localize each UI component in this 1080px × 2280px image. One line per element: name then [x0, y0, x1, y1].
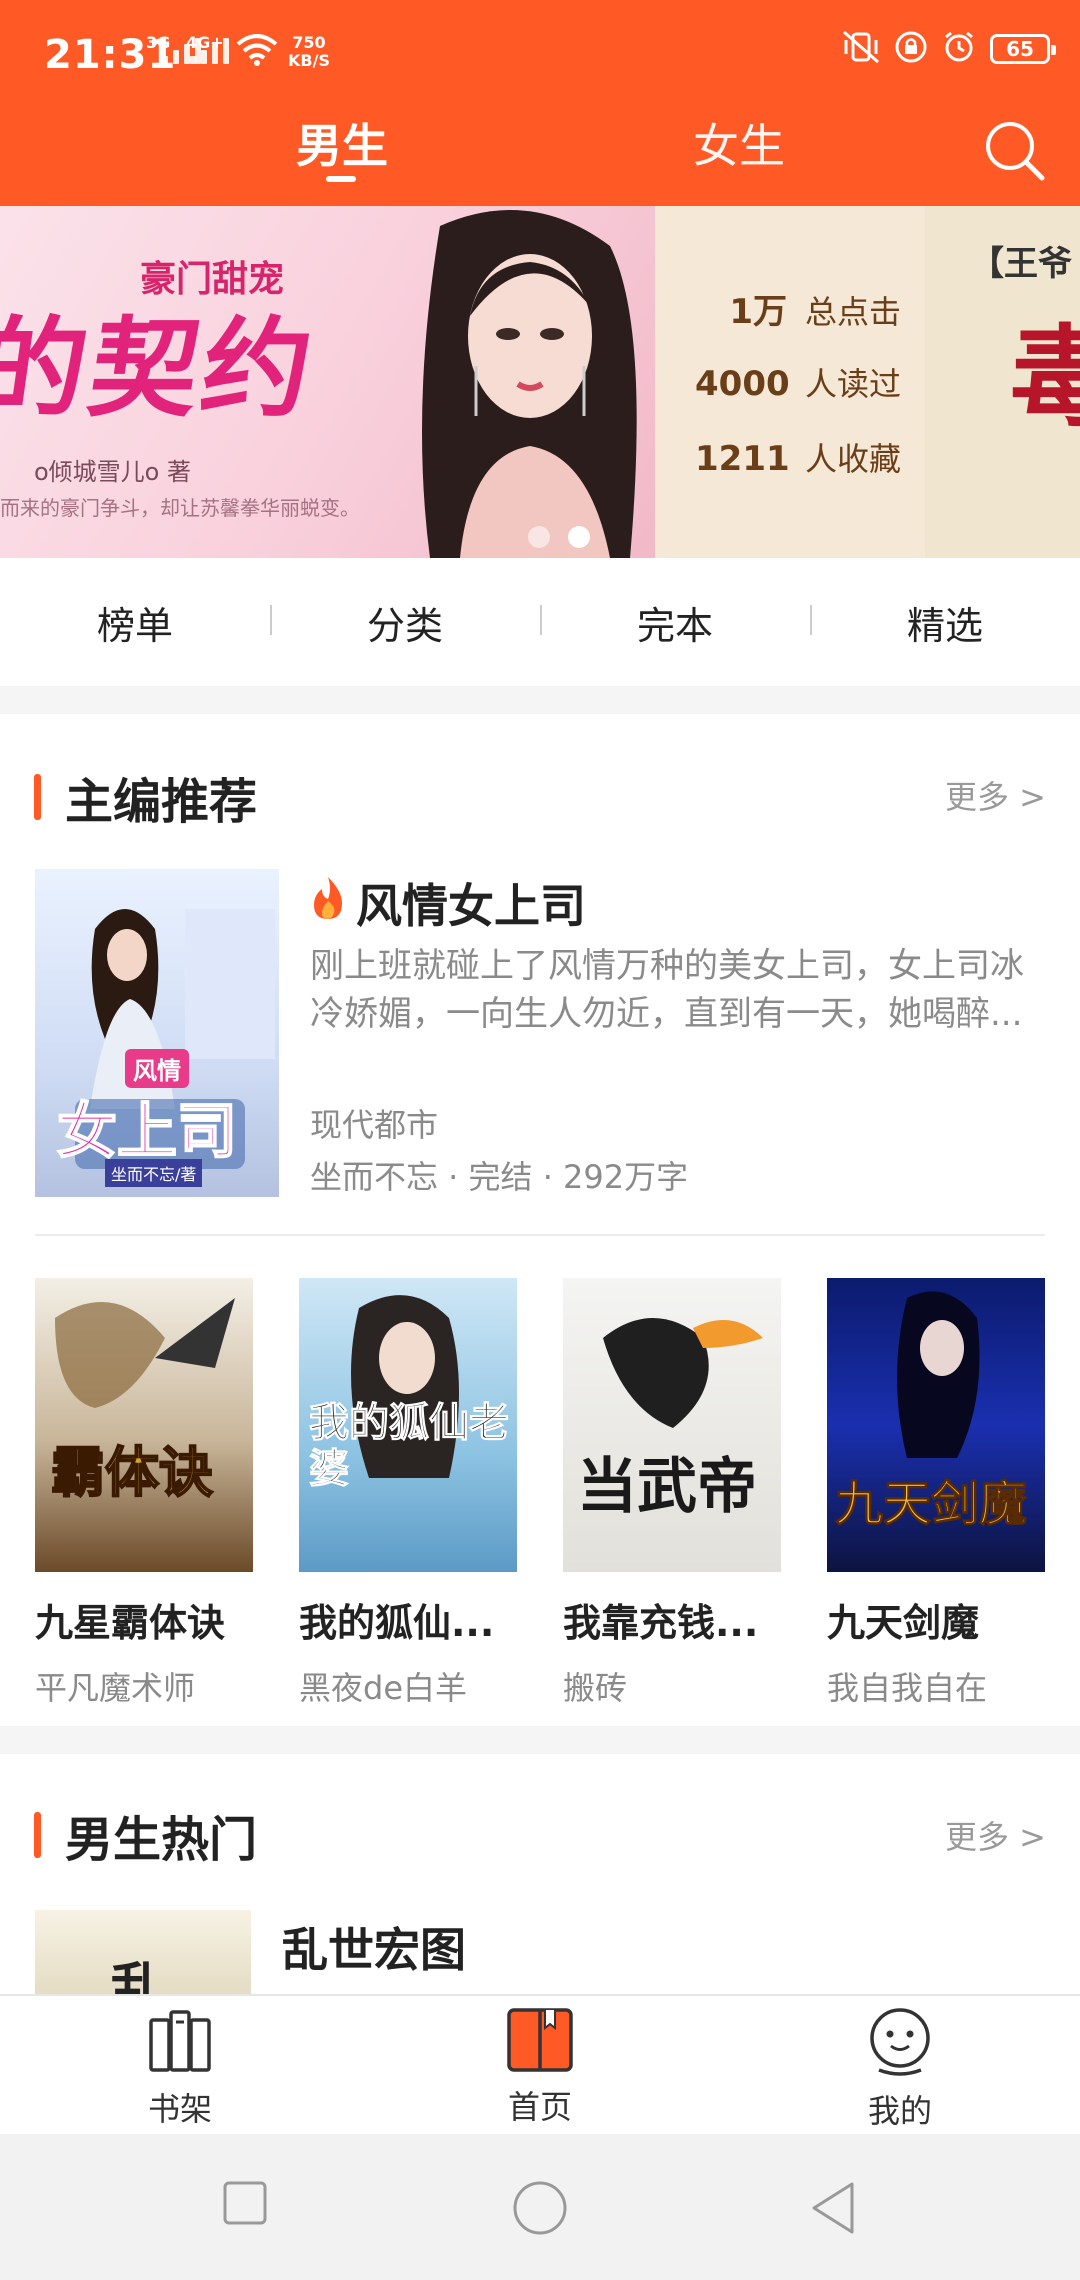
- status-icons: 65: [842, 30, 1056, 68]
- stat-readers: 4000 人读过: [695, 364, 902, 404]
- speed-unit: KB/S: [288, 51, 330, 70]
- tab-male[interactable]: 男生: [296, 110, 388, 176]
- book-author: 黑夜de白羊: [299, 1669, 468, 1707]
- book-card[interactable]: 我的狐仙老婆 我的狐仙... 黑夜de白羊: [299, 1278, 517, 1709]
- book-cover: 当武帝: [563, 1278, 781, 1572]
- signal-icon-2: [190, 38, 229, 64]
- banner-page-indicator: [528, 526, 590, 548]
- book-card[interactable]: 霸体诀 九星霸体诀 平凡魔术师: [35, 1278, 253, 1709]
- feature-book-meta: 坐而不忘 · 完结 · 292万字: [310, 1158, 689, 1196]
- quick-nav-ranking[interactable]: 榜单: [0, 595, 270, 650]
- recent-apps-icon[interactable]: [222, 2180, 268, 2230]
- lock-rotation-icon: [894, 30, 928, 68]
- banner-author: o倾城雪儿o 著: [34, 458, 191, 486]
- tab-active-indicator: [326, 176, 356, 182]
- more-link-male-hot[interactable]: 更多 >: [945, 1812, 1046, 1858]
- gender-tabs: 男生 女生: [0, 110, 1080, 206]
- hot-book-title[interactable]: 乱世宏图: [282, 1914, 466, 1980]
- section-title-editor-pick: 主编推荐: [34, 762, 257, 832]
- section-separator: [0, 1726, 1080, 1754]
- book-grid: 霸体诀 九星霸体诀 平凡魔术师 我的狐仙老婆 我的狐仙... 黑夜de白羊 当武…: [35, 1278, 1045, 1709]
- banner-blurb: 而来的豪门争斗，却让苏馨拳华丽蜕变。: [0, 496, 360, 520]
- stat-clicks: 1万 总点击: [729, 292, 902, 332]
- back-icon[interactable]: [808, 2180, 858, 2240]
- battery-icon: 65: [990, 34, 1056, 64]
- alarm-icon: [942, 30, 976, 68]
- network-speed: 750 KB/S: [288, 34, 330, 70]
- open-book-icon: [505, 2006, 575, 2078]
- banner-dot: [528, 526, 550, 548]
- quick-nav-category[interactable]: 分类: [270, 595, 540, 650]
- banner-next-big: 毒: [1010, 313, 1080, 442]
- search-icon[interactable]: [982, 118, 1048, 184]
- promo-banner[interactable]: 豪门甜宠 的契约 o倾城雪儿o 著 而来的豪门争斗，却让苏馨拳华丽蜕变。 1万 …: [0, 206, 1080, 558]
- book-cover: 九天剑魔: [827, 1278, 1045, 1572]
- section-title-text: 主编推荐: [65, 774, 258, 830]
- tab-female[interactable]: 女生: [693, 110, 785, 176]
- book-author: 平凡魔术师: [35, 1669, 196, 1707]
- book-cover: 我的狐仙老婆: [299, 1278, 517, 1572]
- book-cover: 霸体诀: [35, 1278, 253, 1572]
- hot-book-cover[interactable]: 乱: [35, 1910, 251, 1996]
- banner-next-title: 【王爷: [970, 244, 1072, 284]
- section-accent-bar: [34, 774, 41, 820]
- book-author: 搬砖: [563, 1669, 628, 1707]
- section-title-text: 男生热门: [65, 1812, 258, 1868]
- feature-book-cover[interactable]: 风情 女上司 坐而不忘/著: [35, 869, 279, 1197]
- more-link-editor-pick[interactable]: 更多 >: [945, 772, 1046, 818]
- book-title: 九星霸体诀: [35, 1601, 226, 1645]
- battery-level: 65: [1006, 37, 1034, 61]
- feature-title-text: 风情女上司: [356, 879, 586, 933]
- banner-title: 的契约: [0, 306, 324, 432]
- book-cover-art: [55, 1298, 235, 1408]
- quick-nav-completed[interactable]: 完本: [540, 595, 810, 650]
- home-button-icon[interactable]: [512, 2180, 568, 2240]
- book-card[interactable]: 当武帝 我靠充钱... 搬砖: [563, 1278, 781, 1709]
- bottom-nav-home-label: 首页: [507, 2088, 572, 2126]
- bottom-nav-home[interactable]: 首页: [440, 2006, 640, 2128]
- banner-dot-active: [568, 526, 590, 548]
- speed-value: 750: [292, 33, 326, 52]
- system-nav-bar: [0, 2134, 1080, 2280]
- book-author: 我自我自在: [827, 1669, 988, 1707]
- feature-book-genre: 现代都市: [310, 1106, 439, 1144]
- book-title: 我靠充钱...: [563, 1601, 759, 1645]
- feature-cover-author: 坐而不忘/著: [105, 1159, 203, 1187]
- bookshelf-icon: [145, 2006, 215, 2080]
- book-title: 我的狐仙...: [299, 1601, 495, 1645]
- quick-nav-featured[interactable]: 精选: [810, 595, 1080, 650]
- banner-stats: 1万 总点击 4000 人读过 1211 人收藏: [695, 284, 901, 509]
- feature-book-description: 刚上班就碰上了风情万种的美女上司，女上司冰冷娇媚，一向生人勿近，直到有一天，她喝…: [310, 946, 1024, 1034]
- banner-illustration: [422, 210, 637, 558]
- bottom-nav-mine-label: 我的: [867, 2092, 932, 2130]
- wifi-icon: [236, 34, 278, 70]
- book-title: 九天剑魔: [827, 1601, 980, 1645]
- bottom-nav: 书架 首页 我的: [0, 1994, 1080, 2134]
- bottom-nav-shelf-label: 书架: [147, 2090, 212, 2128]
- feature-book-title[interactable]: 风情女上司: [308, 870, 586, 936]
- vibrate-off-icon: [842, 30, 880, 68]
- profile-icon: [865, 2006, 935, 2082]
- quick-nav: 榜单 分类 完本 精选: [0, 558, 1080, 686]
- feature-cover-main-text: 女上司: [56, 1096, 238, 1168]
- book-card[interactable]: 九天剑魔 九天剑魔 我自我自在: [827, 1278, 1045, 1709]
- fire-icon: [308, 875, 348, 932]
- bottom-nav-shelf[interactable]: 书架: [80, 2006, 280, 2130]
- section-separator: [0, 686, 1080, 714]
- stat-favorites: 1211 人收藏: [695, 439, 902, 479]
- status-bar: 21:31 3G 4G+ 750 KB/S 65: [0, 0, 1080, 110]
- section-title-male-hot: 男生热门: [34, 1800, 257, 1870]
- bottom-nav-mine[interactable]: 我的: [800, 2006, 1000, 2132]
- section-accent-bar: [34, 1812, 41, 1858]
- book-cover-art: [603, 1318, 763, 1428]
- divider: [35, 1234, 1045, 1236]
- app-header: 21:31 3G 4G+ 750 KB/S 65 男生 女生: [0, 0, 1080, 206]
